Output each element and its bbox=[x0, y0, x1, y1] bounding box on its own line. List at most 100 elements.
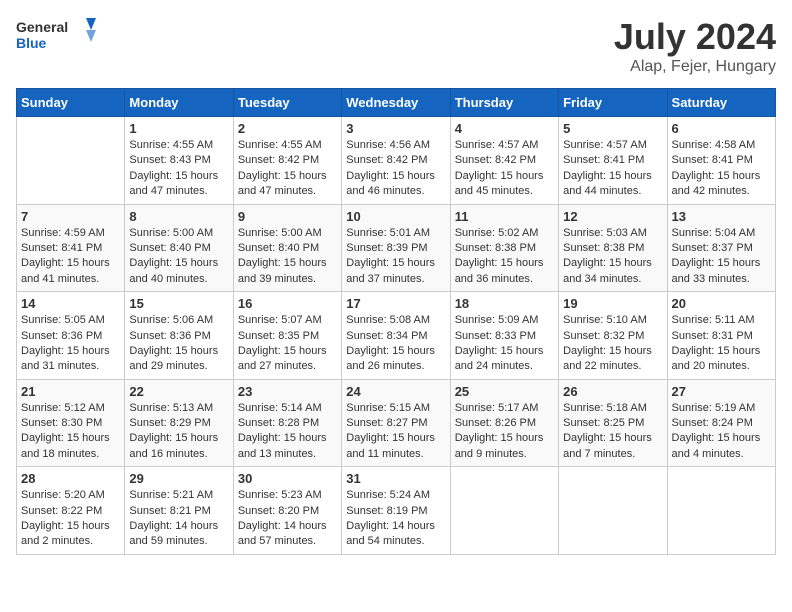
day-of-week-header: Sunday bbox=[17, 89, 125, 117]
day-number: 15 bbox=[129, 296, 228, 311]
day-info: Sunrise: 5:19 AM Sunset: 8:24 PM Dayligh… bbox=[672, 401, 771, 463]
calendar-week-row: 21 Sunrise: 5:12 AM Sunset: 8:30 PM Dayli… bbox=[17, 379, 776, 467]
day-info: Sunrise: 5:17 AM Sunset: 8:26 PM Dayligh… bbox=[455, 401, 554, 463]
logo-svg: General Blue bbox=[16, 16, 96, 60]
calendar-day-cell: 14Sunrise: 5:05 AM Sunset: 8:36 PM Dayli… bbox=[17, 292, 125, 380]
month-year-title: July 2024 bbox=[614, 16, 776, 58]
calendar-week-row: 14Sunrise: 5:05 AM Sunset: 8:36 PM Dayli… bbox=[17, 292, 776, 380]
day-info: Sunrise: 5:00 AM Sunset: 8:40 PM Dayligh… bbox=[129, 226, 228, 288]
title-block: July 2024 Alap, Fejer, Hungary bbox=[614, 16, 776, 76]
day-number: 13 bbox=[672, 209, 771, 224]
day-number: 22 bbox=[129, 384, 228, 399]
day-info: Sunrise: 4:55 AM Sunset: 8:42 PM Dayligh… bbox=[238, 138, 337, 200]
day-number: 30 bbox=[238, 471, 337, 486]
location-subtitle: Alap, Fejer, Hungary bbox=[614, 58, 776, 76]
day-info: Sunrise: 5:09 AM Sunset: 8:33 PM Dayligh… bbox=[455, 313, 554, 375]
calendar-day-cell: 16 Sunrise: 5:07 AM Sunset: 8:35 PM Dayli… bbox=[233, 292, 341, 380]
day-number: 31 bbox=[346, 471, 445, 486]
day-number: 12 bbox=[563, 209, 662, 224]
calendar-day-cell: 12 Sunrise: 5:03 AM Sunset: 8:38 PM Dayli… bbox=[559, 204, 667, 292]
logo: General Blue bbox=[16, 16, 96, 60]
day-info: Sunrise: 5:06 AM Sunset: 8:36 PM Dayligh… bbox=[129, 313, 228, 375]
day-of-week-header: Friday bbox=[559, 89, 667, 117]
day-info: Sunrise: 5:07 AM Sunset: 8:35 PM Dayligh… bbox=[238, 313, 337, 375]
calendar-day-cell: 3 Sunrise: 4:56 AM Sunset: 8:42 PM Daylig… bbox=[342, 117, 450, 205]
calendar-day-cell: 29 Sunrise: 5:21 AM Sunset: 8:21 PM Dayli… bbox=[125, 467, 233, 555]
day-info: Sunrise: 5:11 AM Sunset: 8:31 PM Dayligh… bbox=[672, 313, 771, 375]
day-info: Sunrise: 5:10 AM Sunset: 8:32 PM Dayligh… bbox=[563, 313, 662, 375]
day-of-week-header: Thursday bbox=[450, 89, 558, 117]
calendar-day-cell: 28Sunrise: 5:20 AM Sunset: 8:22 PM Dayli… bbox=[17, 467, 125, 555]
day-number: 27 bbox=[672, 384, 771, 399]
calendar-day-cell: 11Sunrise: 5:02 AM Sunset: 8:38 PM Dayli… bbox=[450, 204, 558, 292]
day-info: Sunrise: 5:04 AM Sunset: 8:37 PM Dayligh… bbox=[672, 226, 771, 288]
calendar-day-cell: 17Sunrise: 5:08 AM Sunset: 8:34 PM Dayli… bbox=[342, 292, 450, 380]
svg-text:Blue: Blue bbox=[16, 35, 47, 51]
calendar-day-cell: 4 Sunrise: 4:57 AM Sunset: 8:42 PM Daylig… bbox=[450, 117, 558, 205]
calendar-day-cell: 8 Sunrise: 5:00 AM Sunset: 8:40 PM Daylig… bbox=[125, 204, 233, 292]
day-number: 10 bbox=[346, 209, 445, 224]
day-info: Sunrise: 5:23 AM Sunset: 8:20 PM Dayligh… bbox=[238, 488, 337, 550]
calendar-day-cell: 19 Sunrise: 5:10 AM Sunset: 8:32 PM Dayli… bbox=[559, 292, 667, 380]
calendar-day-cell: 2Sunrise: 4:55 AM Sunset: 8:42 PM Daylig… bbox=[233, 117, 341, 205]
calendar-day-cell bbox=[17, 117, 125, 205]
calendar-day-cell: 30 Sunrise: 5:23 AM Sunset: 8:20 PM Dayli… bbox=[233, 467, 341, 555]
calendar-day-cell: 5 Sunrise: 4:57 AM Sunset: 8:41 PM Daylig… bbox=[559, 117, 667, 205]
calendar-day-cell: 26Sunrise: 5:18 AM Sunset: 8:25 PM Dayli… bbox=[559, 379, 667, 467]
day-number: 5 bbox=[563, 121, 662, 136]
calendar-day-cell: 31 Sunrise: 5:24 AM Sunset: 8:19 PM Dayli… bbox=[342, 467, 450, 555]
day-info: Sunrise: 5:21 AM Sunset: 8:21 PM Dayligh… bbox=[129, 488, 228, 550]
day-number: 16 bbox=[238, 296, 337, 311]
day-info: Sunrise: 5:12 AM Sunset: 8:30 PM Dayligh… bbox=[21, 401, 120, 463]
day-info: Sunrise: 5:20 AM Sunset: 8:22 PM Dayligh… bbox=[21, 488, 120, 550]
calendar-day-cell: 21 Sunrise: 5:12 AM Sunset: 8:30 PM Dayli… bbox=[17, 379, 125, 467]
day-info: Sunrise: 5:13 AM Sunset: 8:29 PM Dayligh… bbox=[129, 401, 228, 463]
day-info: Sunrise: 4:56 AM Sunset: 8:42 PM Dayligh… bbox=[346, 138, 445, 200]
calendar-day-cell: 20Sunrise: 5:11 AM Sunset: 8:31 PM Dayli… bbox=[667, 292, 775, 380]
calendar-table: SundayMondayTuesdayWednesdayThursdayFrid… bbox=[16, 88, 776, 555]
day-info: Sunrise: 5:00 AM Sunset: 8:40 PM Dayligh… bbox=[238, 226, 337, 288]
day-info: Sunrise: 5:01 AM Sunset: 8:39 PM Dayligh… bbox=[346, 226, 445, 288]
calendar-day-cell: 13 Sunrise: 5:04 AM Sunset: 8:37 PM Dayli… bbox=[667, 204, 775, 292]
day-number: 3 bbox=[346, 121, 445, 136]
calendar-day-cell: 1 Sunrise: 4:55 AM Sunset: 8:43 PM Daylig… bbox=[125, 117, 233, 205]
day-info: Sunrise: 5:24 AM Sunset: 8:19 PM Dayligh… bbox=[346, 488, 445, 550]
day-number: 4 bbox=[455, 121, 554, 136]
day-info: Sunrise: 4:59 AM Sunset: 8:41 PM Dayligh… bbox=[21, 226, 120, 288]
day-number: 18 bbox=[455, 296, 554, 311]
calendar-week-row: 7 Sunrise: 4:59 AM Sunset: 8:41 PM Daylig… bbox=[17, 204, 776, 292]
day-number: 24 bbox=[346, 384, 445, 399]
calendar-day-cell: 18 Sunrise: 5:09 AM Sunset: 8:33 PM Dayli… bbox=[450, 292, 558, 380]
day-number: 11 bbox=[455, 209, 554, 224]
calendar-day-cell bbox=[450, 467, 558, 555]
day-info: Sunrise: 5:03 AM Sunset: 8:38 PM Dayligh… bbox=[563, 226, 662, 288]
day-of-week-header: Tuesday bbox=[233, 89, 341, 117]
calendar-day-cell: 15 Sunrise: 5:06 AM Sunset: 8:36 PM Dayli… bbox=[125, 292, 233, 380]
day-number: 8 bbox=[129, 209, 228, 224]
day-of-week-header: Wednesday bbox=[342, 89, 450, 117]
day-info: Sunrise: 4:55 AM Sunset: 8:43 PM Dayligh… bbox=[129, 138, 228, 200]
day-number: 14 bbox=[21, 296, 120, 311]
calendar-day-cell: 23Sunrise: 5:14 AM Sunset: 8:28 PM Dayli… bbox=[233, 379, 341, 467]
day-number: 23 bbox=[238, 384, 337, 399]
day-number: 1 bbox=[129, 121, 228, 136]
day-number: 19 bbox=[563, 296, 662, 311]
calendar-week-row: 1 Sunrise: 4:55 AM Sunset: 8:43 PM Daylig… bbox=[17, 117, 776, 205]
calendar-day-cell: 10 Sunrise: 5:01 AM Sunset: 8:39 PM Dayli… bbox=[342, 204, 450, 292]
day-number: 7 bbox=[21, 209, 120, 224]
calendar-day-cell bbox=[559, 467, 667, 555]
day-info: Sunrise: 5:15 AM Sunset: 8:27 PM Dayligh… bbox=[346, 401, 445, 463]
day-number: 17 bbox=[346, 296, 445, 311]
day-number: 21 bbox=[21, 384, 120, 399]
calendar-day-cell: 25 Sunrise: 5:17 AM Sunset: 8:26 PM Dayli… bbox=[450, 379, 558, 467]
calendar-day-cell: 6Sunrise: 4:58 AM Sunset: 8:41 PM Daylig… bbox=[667, 117, 775, 205]
day-info: Sunrise: 4:57 AM Sunset: 8:42 PM Dayligh… bbox=[455, 138, 554, 200]
day-info: Sunrise: 4:58 AM Sunset: 8:41 PM Dayligh… bbox=[672, 138, 771, 200]
day-info: Sunrise: 4:57 AM Sunset: 8:41 PM Dayligh… bbox=[563, 138, 662, 200]
day-of-week-header: Monday bbox=[125, 89, 233, 117]
calendar-day-cell: 7 Sunrise: 4:59 AM Sunset: 8:41 PM Daylig… bbox=[17, 204, 125, 292]
calendar-week-row: 28Sunrise: 5:20 AM Sunset: 8:22 PM Dayli… bbox=[17, 467, 776, 555]
day-number: 29 bbox=[129, 471, 228, 486]
day-of-week-header: Saturday bbox=[667, 89, 775, 117]
day-number: 25 bbox=[455, 384, 554, 399]
